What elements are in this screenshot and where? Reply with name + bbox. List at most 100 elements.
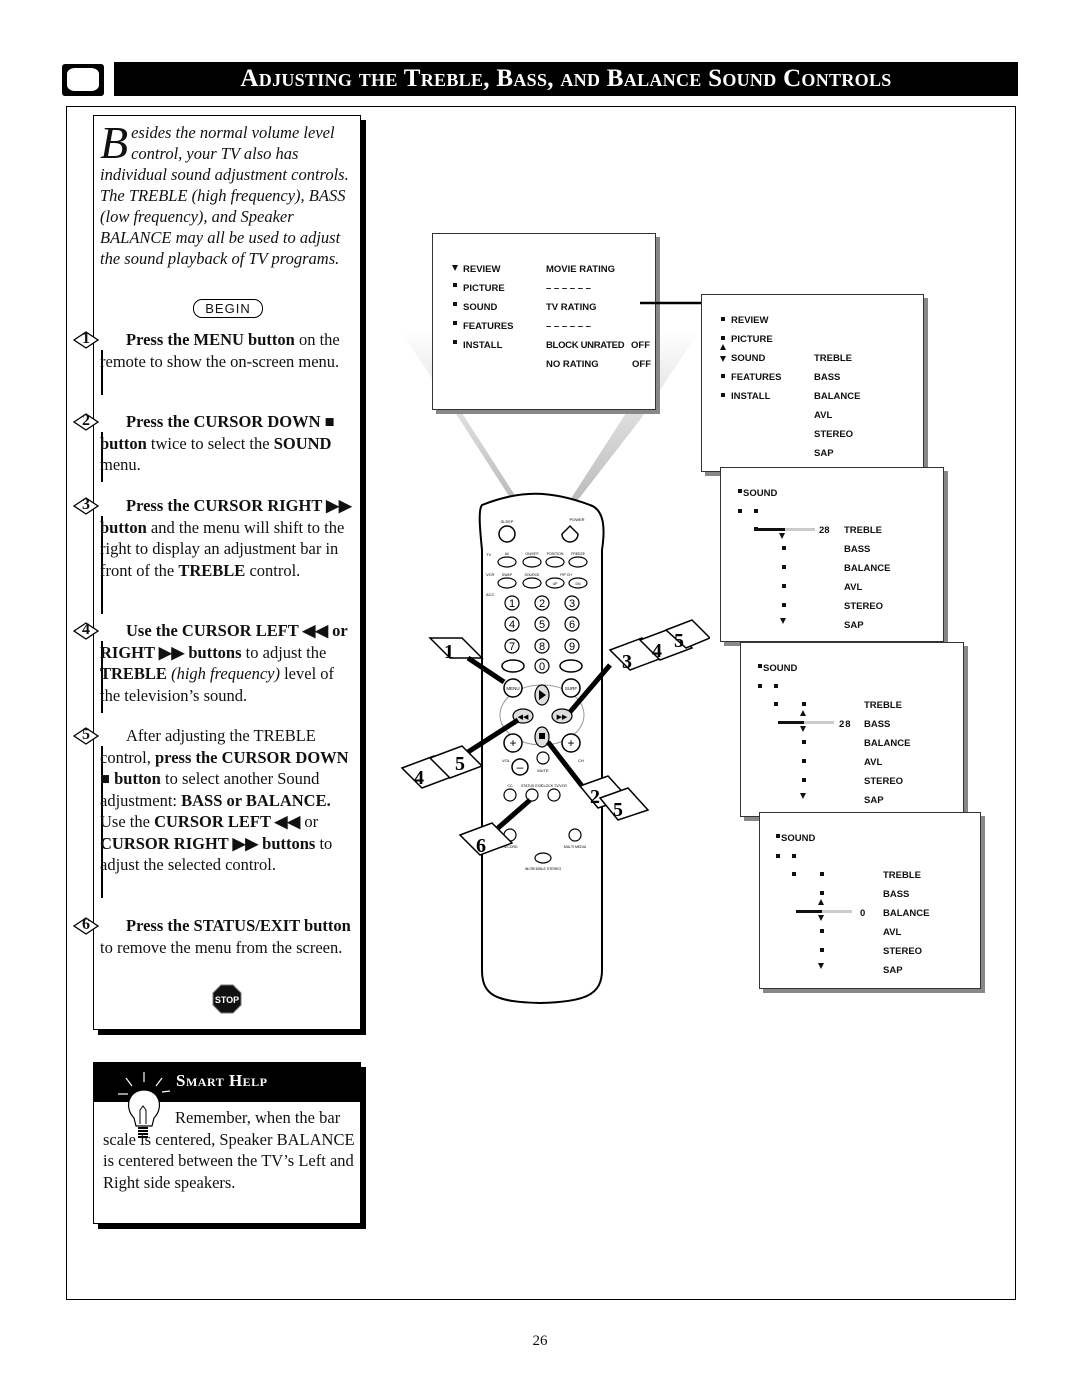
freeze-button[interactable] (568, 556, 588, 568)
submenu-item[interactable]: BLOCK UNRATED (546, 340, 625, 351)
svg-text:SWAP: SWAP (502, 573, 513, 577)
menu-item-install[interactable]: INSTALL (731, 391, 770, 402)
setting-value: OFF (632, 359, 651, 370)
submenu-item[interactable]: TV RATING (546, 302, 597, 313)
svg-text:DN: DN (575, 582, 581, 586)
menu-item-picture[interactable]: PICTURE (463, 283, 505, 294)
menu-item-features[interactable]: FEATURES (731, 372, 782, 383)
sound-item-bass[interactable]: BASS (814, 372, 840, 383)
sound-item-balance[interactable]: BALANCE (883, 908, 929, 919)
svg-text:+: + (509, 736, 516, 750)
svg-text:POSITION: POSITION (547, 552, 564, 556)
smart-sound-button[interactable] (501, 659, 525, 673)
sound-heading: SOUND (743, 488, 778, 499)
sound-item-avl[interactable]: AVL (883, 927, 901, 938)
treble-value: 28 (819, 525, 830, 536)
svg-text:3: 3 (622, 651, 632, 673)
main-menu-screen: REVIEW PICTURE SOUND FEATURES INSTALL MO… (432, 233, 656, 410)
svg-text:VCR: VCR (486, 572, 495, 577)
svg-text:4: 4 (509, 619, 515, 631)
sound-item-treble[interactable]: TREBLE (814, 353, 852, 364)
sound-item-sap[interactable]: SAP (844, 620, 864, 631)
remote-control: SLEEP POWER TV VCR ACC AV ON/OFF POSITIO… (400, 492, 710, 1005)
level-bar-fill (758, 528, 785, 531)
menu-item-sound[interactable]: SOUND (731, 353, 765, 364)
submenu-item[interactable]: MOVIE RATING (546, 264, 615, 275)
step-1-diamond: 1 (72, 330, 100, 349)
stop-sign-icon: STOP (212, 984, 242, 1014)
step-6: Press the STATUS/EXIT button to remove t… (100, 916, 351, 957)
setting-value: OFF (631, 340, 650, 351)
cc-button[interactable] (503, 788, 517, 802)
svg-text:2: 2 (590, 786, 600, 808)
dropcap: B (100, 117, 129, 168)
sleep-button[interactable] (498, 525, 516, 543)
submenu-item[interactable]: NO RATING (546, 359, 599, 370)
svg-text:PIP CH: PIP CH (560, 573, 572, 577)
fast-forward-icon: ▶▶ (557, 714, 568, 721)
sound-item-sap[interactable]: SAP (883, 965, 903, 976)
svg-text:–: – (517, 760, 524, 774)
svg-text:AV: AV (505, 552, 510, 556)
sound-item-sap[interactable]: SAP (864, 795, 884, 806)
sound-heading: SOUND (763, 663, 798, 674)
sound-item-balance[interactable]: BALANCE (844, 563, 890, 574)
pip-onoff-button[interactable] (522, 556, 542, 568)
position-button[interactable] (545, 556, 565, 568)
menu-item-install[interactable]: INSTALL (463, 340, 502, 351)
svg-text:4: 4 (414, 767, 424, 789)
sound-item-sap[interactable]: SAP (814, 448, 834, 459)
sound-item-balance[interactable]: BALANCE (814, 391, 860, 402)
mute-button[interactable] (536, 751, 550, 765)
sound-item-bass[interactable]: BASS (883, 889, 909, 900)
swap-button[interactable] (497, 577, 517, 589)
smart-picture-button[interactable] (559, 659, 583, 673)
sound-item-bass[interactable]: BASS (864, 719, 890, 730)
svg-text:CLOCK TV/VCR: CLOCK TV/VCR (541, 784, 567, 788)
sound-item-bass[interactable]: BASS (844, 544, 870, 555)
svg-text:9: 9 (569, 641, 575, 653)
sound-item-stereo[interactable]: STEREO (814, 429, 853, 440)
incredible-stereo-button[interactable] (534, 852, 552, 864)
scroll-arrow-icon (452, 265, 458, 271)
sound-item-treble[interactable]: TREBLE (844, 525, 882, 536)
menu-item-features[interactable]: FEATURES (463, 321, 514, 332)
svg-text:UP: UP (553, 582, 559, 586)
clock-button[interactable] (547, 788, 561, 802)
sound-item-avl[interactable]: AVL (844, 582, 862, 593)
svg-text:+: + (567, 736, 574, 750)
sound-item-avl[interactable]: AVL (864, 757, 882, 768)
menu-item-review[interactable]: REVIEW (463, 264, 500, 275)
sound-item-treble[interactable]: TREBLE (864, 700, 902, 711)
power-label: POWER (569, 517, 584, 522)
smart-help-title: Smart Help (176, 1071, 268, 1090)
menu-item-review[interactable]: REVIEW (731, 315, 768, 326)
level-bar-track[interactable] (785, 528, 815, 531)
menu-item-picture[interactable]: PICTURE (731, 334, 773, 345)
svg-text:6: 6 (476, 835, 486, 857)
multimedia-button[interactable] (568, 828, 582, 842)
svg-text:2: 2 (539, 598, 545, 610)
step-6-diamond: 6 (72, 916, 100, 935)
sound-item-treble[interactable]: TREBLE (883, 870, 921, 881)
sound-item-balance[interactable]: BALANCE (864, 738, 910, 749)
level-bar-track[interactable] (822, 910, 852, 913)
balance-adjust-screen: SOUND 0 TREBLE BASS BALANCE AVL STEREO S… (759, 812, 981, 989)
step-4: Use the CURSOR LEFT ◀◀ or RIGHT ▶▶ butto… (100, 621, 348, 705)
svg-text:5: 5 (539, 619, 545, 631)
av-button[interactable] (497, 556, 517, 568)
sound-item-stereo[interactable]: STEREO (844, 601, 883, 612)
sound-item-stereo[interactable]: STEREO (883, 946, 922, 957)
svg-text:5: 5 (613, 799, 623, 821)
level-bar-track[interactable] (804, 721, 834, 724)
page-number: 26 (532, 1333, 548, 1349)
svg-text:TV: TV (486, 552, 491, 557)
svg-text:MUTE: MUTE (537, 768, 549, 773)
menu-item-sound[interactable]: SOUND (463, 302, 497, 313)
sound-item-avl[interactable]: AVL (814, 410, 832, 421)
intro-paragraph: Besides the normal volume level control,… (100, 117, 358, 269)
source-button[interactable] (522, 577, 542, 589)
svg-text:ACC: ACC (486, 592, 495, 597)
svg-text:SOURCE: SOURCE (525, 573, 541, 577)
sound-item-stereo[interactable]: STEREO (864, 776, 903, 787)
